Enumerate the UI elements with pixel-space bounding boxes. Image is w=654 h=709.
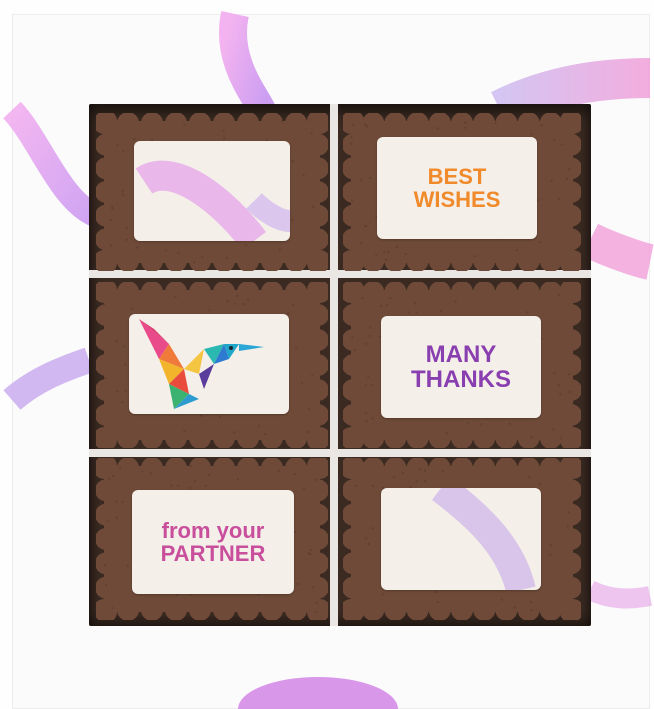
box-divider-vertical xyxy=(330,104,338,626)
ribbon-print-overlay xyxy=(381,488,541,590)
cookie-label: MANY THANKS xyxy=(381,316,541,418)
cookie-middle-right: MANY THANKS xyxy=(343,282,581,448)
cookie-bottom-left: from your PARTNER xyxy=(96,458,328,620)
cookie-top-left xyxy=(96,113,328,271)
cookie-bottom-right xyxy=(343,458,581,620)
cookie-middle-left xyxy=(96,282,328,448)
label-line-2: WISHES xyxy=(414,188,501,211)
cookie-top-right: BEST WISHES xyxy=(343,113,581,271)
label-line-1: from your xyxy=(162,519,265,542)
cookie-label xyxy=(129,314,289,414)
cookie-label xyxy=(381,488,541,590)
ribbon-print-overlay xyxy=(134,141,290,241)
product-photo: BEST WISHES MANY THANKS from your PARTNE… xyxy=(0,0,654,709)
label-line-2: THANKS xyxy=(411,367,511,392)
label-line-1: MANY xyxy=(426,342,497,367)
hummingbird-icon xyxy=(129,314,289,414)
cookie-label xyxy=(134,141,290,241)
label-line-1: BEST xyxy=(428,165,487,188)
label-line-2: PARTNER xyxy=(161,542,266,565)
cookie-label: BEST WISHES xyxy=(377,137,537,239)
box-divider-horizontal xyxy=(89,449,591,457)
cookie-label: from your PARTNER xyxy=(132,490,294,594)
box-divider-horizontal xyxy=(89,270,591,278)
